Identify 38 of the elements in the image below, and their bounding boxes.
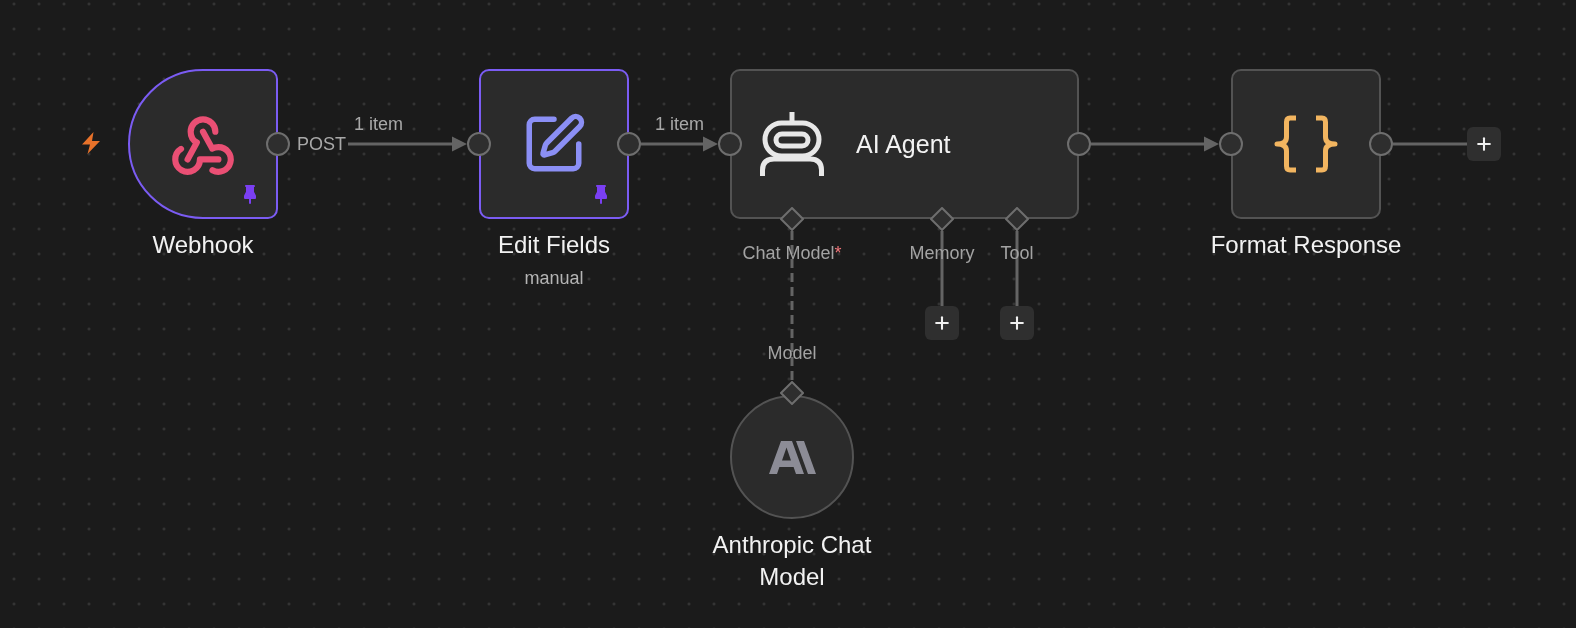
port-handle[interactable] bbox=[780, 207, 804, 231]
robot-icon bbox=[760, 112, 824, 176]
add-node-button[interactable] bbox=[1000, 306, 1034, 340]
item-count-label: 1 item bbox=[354, 113, 403, 135]
plus-icon bbox=[1474, 134, 1494, 154]
output-handle[interactable] bbox=[617, 132, 641, 156]
node-subtitle: manual bbox=[524, 267, 584, 290]
node-title: Format Response bbox=[1210, 230, 1402, 260]
workflow-node[interactable] bbox=[1231, 69, 1381, 219]
plus-icon bbox=[1007, 313, 1027, 333]
add-node-button[interactable] bbox=[925, 306, 959, 340]
port-handle[interactable] bbox=[930, 207, 954, 231]
port-label: Chat Model* bbox=[742, 242, 842, 264]
port-label: Tool bbox=[1000, 242, 1034, 264]
port-label: Model bbox=[767, 342, 817, 364]
output-handle[interactable] bbox=[1369, 132, 1393, 156]
workflow-node[interactable] bbox=[479, 69, 629, 219]
braces-icon bbox=[1274, 115, 1338, 173]
node-title: Edit Fields bbox=[498, 230, 610, 260]
workflow-node[interactable]: AI Agent bbox=[730, 69, 1079, 219]
port-label: Memory bbox=[909, 242, 975, 264]
node-title: Webhook bbox=[152, 230, 254, 260]
item-count-label: 1 item bbox=[655, 113, 704, 135]
output-handle[interactable] bbox=[1067, 132, 1091, 156]
output-label: POST bbox=[297, 133, 346, 155]
port-handle[interactable] bbox=[1005, 207, 1029, 231]
input-handle[interactable] bbox=[467, 132, 491, 156]
add-node-button[interactable] bbox=[1467, 127, 1501, 161]
workflow-node[interactable] bbox=[128, 69, 278, 219]
input-handle[interactable] bbox=[1219, 132, 1243, 156]
node-title: AI Agent bbox=[856, 129, 951, 159]
node-title: Anthropic Chat Model bbox=[711, 530, 873, 592]
port-handle[interactable] bbox=[780, 381, 804, 405]
logo-icon bbox=[768, 440, 816, 474]
lightning-icon bbox=[81, 132, 101, 154]
output-handle[interactable] bbox=[266, 132, 290, 156]
plus-icon bbox=[932, 313, 952, 333]
input-handle[interactable] bbox=[718, 132, 742, 156]
